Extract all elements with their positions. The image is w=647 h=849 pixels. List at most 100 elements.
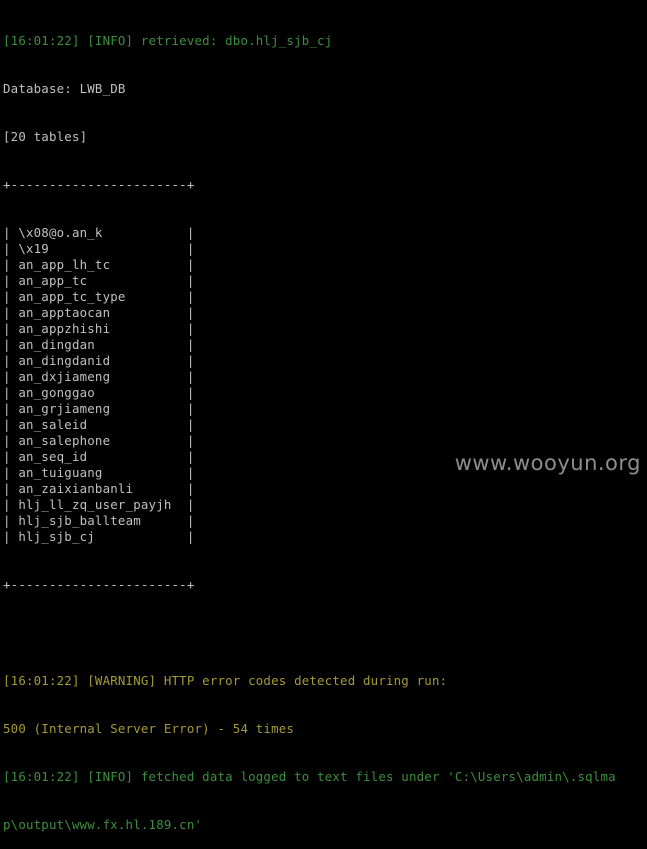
table-count-line: [20 tables] (3, 129, 88, 144)
table-name-cell: \x08@o.an_k (18, 225, 103, 240)
table-row-padding (172, 497, 187, 512)
table-row-border-left: | (3, 385, 19, 400)
table-row-border-left: | (3, 401, 19, 416)
table-row-border-left: | (3, 321, 19, 336)
table-row-padding (110, 321, 187, 336)
table-row: | an_zaixianbanli | (3, 481, 647, 497)
table-row: | \x19 | (3, 241, 647, 257)
table-row: | hlj_sjb_ballteam | (3, 513, 647, 529)
table-row-border-left: | (3, 417, 19, 432)
table-row: | an_app_tc | (3, 273, 647, 289)
table-row-padding (110, 257, 187, 272)
table-row: | hlj_ll_zq_user_payjh | (3, 497, 647, 513)
table-name-cell: an_app_tc (18, 273, 88, 288)
table-row: | an_appzhishi | (3, 321, 647, 337)
table-row-padding (133, 481, 187, 496)
table-row-padding (103, 225, 187, 240)
table-row: | an_dxjiameng | (3, 369, 647, 385)
table-name-cell: an_salephone (18, 433, 111, 448)
table-row: | an_app_lh_tc | (3, 257, 647, 273)
table-name-cell: an_grjiameng (18, 401, 111, 416)
table-row-border-right: | (186, 353, 195, 368)
table-row: | an_dingdan | (3, 337, 647, 353)
table-row-padding (110, 353, 187, 368)
table-row-padding (103, 465, 187, 480)
table-row-border-left: | (3, 289, 19, 304)
table-name-cell: an_appzhishi (18, 321, 111, 336)
table-row-border-right: | (186, 481, 195, 496)
table-row: | an_app_tc_type | (3, 289, 647, 305)
table-row: | an_gonggao | (3, 385, 647, 401)
table-row-border-right: | (186, 305, 195, 320)
log-line-warning: [16:01:22] [WARNING] HTTP error codes de… (3, 673, 448, 688)
table-name-cell: hlj_ll_zq_user_payjh (18, 497, 172, 512)
table-row-padding (110, 305, 187, 320)
table-row: | an_apptaocan | (3, 305, 647, 321)
table-row-border-right: | (186, 289, 195, 304)
table-row-padding (110, 369, 187, 384)
table-name-cell: an_dxjiameng (18, 369, 111, 384)
table-name-cell: an_dingdan (18, 337, 95, 352)
table-row-border-right: | (186, 369, 195, 384)
table-row-border-left: | (3, 513, 19, 528)
table-row-border-left: | (3, 241, 19, 256)
table-row: | an_saleid | (3, 417, 647, 433)
table-name-cell: hlj_sjb_ballteam (18, 513, 141, 528)
table-row-border-right: | (186, 385, 195, 400)
table-row-border-left: | (3, 497, 19, 512)
table-row-border-right: | (186, 257, 195, 272)
table-row: | hlj_sjb_cj | (3, 529, 647, 545)
table-row-border-right: | (186, 465, 195, 480)
table-row-padding (87, 417, 187, 432)
table-row-border-right: | (186, 273, 195, 288)
table-row-border-left: | (3, 465, 19, 480)
table-name-cell: an_app_tc_type (18, 289, 126, 304)
table-row-border-right: | (186, 449, 195, 464)
table-name-cell: \x19 (18, 241, 49, 256)
table-row-padding (49, 241, 187, 256)
table-name-cell: an_seq_id (18, 449, 88, 464)
table-name-cell: hlj_sjb_cj (18, 529, 95, 544)
table-name-cell: an_saleid (18, 417, 88, 432)
table-row-padding (126, 289, 187, 304)
table-name-cell: an_tuiguang (18, 465, 103, 480)
table-row-padding (141, 513, 187, 528)
table-row-border-right: | (186, 433, 195, 448)
table-row-border-left: | (3, 353, 19, 368)
database-line: Database: LWB_DB (3, 81, 126, 96)
table-row-border-left: | (3, 337, 19, 352)
table-row-border-right: | (186, 321, 195, 336)
table-row: | an_grjiameng | (3, 401, 647, 417)
table-name-cell: an_gonggao (18, 385, 95, 400)
table-row-padding (110, 433, 187, 448)
table-row-border-right: | (186, 417, 195, 432)
terminal-window[interactable]: [16:01:22] [INFO] retrieved: dbo.hlj_sjb… (0, 0, 647, 832)
table-row-border-left: | (3, 369, 19, 384)
table-row-border-left: | (3, 481, 19, 496)
table-row-padding (87, 449, 187, 464)
table-row-padding (87, 273, 187, 288)
table-row-padding (95, 385, 187, 400)
table-row: | an_dingdanid | (3, 353, 647, 369)
log-line-retrieved: [16:01:22] [INFO] retrieved: dbo.hlj_sjb… (3, 33, 333, 48)
table-row: | \x08@o.an_k | (3, 225, 647, 241)
table-rows: | \x08@o.an_k | | \x19 | | an_app_lh_tc | |… (3, 225, 647, 545)
table-row-border-left: | (3, 433, 19, 448)
table-row: | an_tuiguang | (3, 465, 647, 481)
table-row-border-right: | (186, 225, 195, 240)
table-row-border-right: | (186, 241, 195, 256)
table-row-padding (95, 337, 187, 352)
table-row-border-right: | (186, 529, 195, 544)
table-row: | an_seq_id | (3, 449, 647, 465)
table-name-cell: an_dingdanid (18, 353, 111, 368)
table-name-cell: an_apptaocan (18, 305, 111, 320)
table-row-border-left: | (3, 305, 19, 320)
table-row-border-left: | (3, 449, 19, 464)
table-row-border-right: | (186, 513, 195, 528)
table-row-border-left: | (3, 257, 19, 272)
table-row-padding (95, 529, 187, 544)
log-line-fetched-cont: p\output\www.fx.hl.189.cn' (3, 817, 203, 832)
table-row: | an_salephone | (3, 433, 647, 449)
table-row-border-right: | (186, 337, 195, 352)
